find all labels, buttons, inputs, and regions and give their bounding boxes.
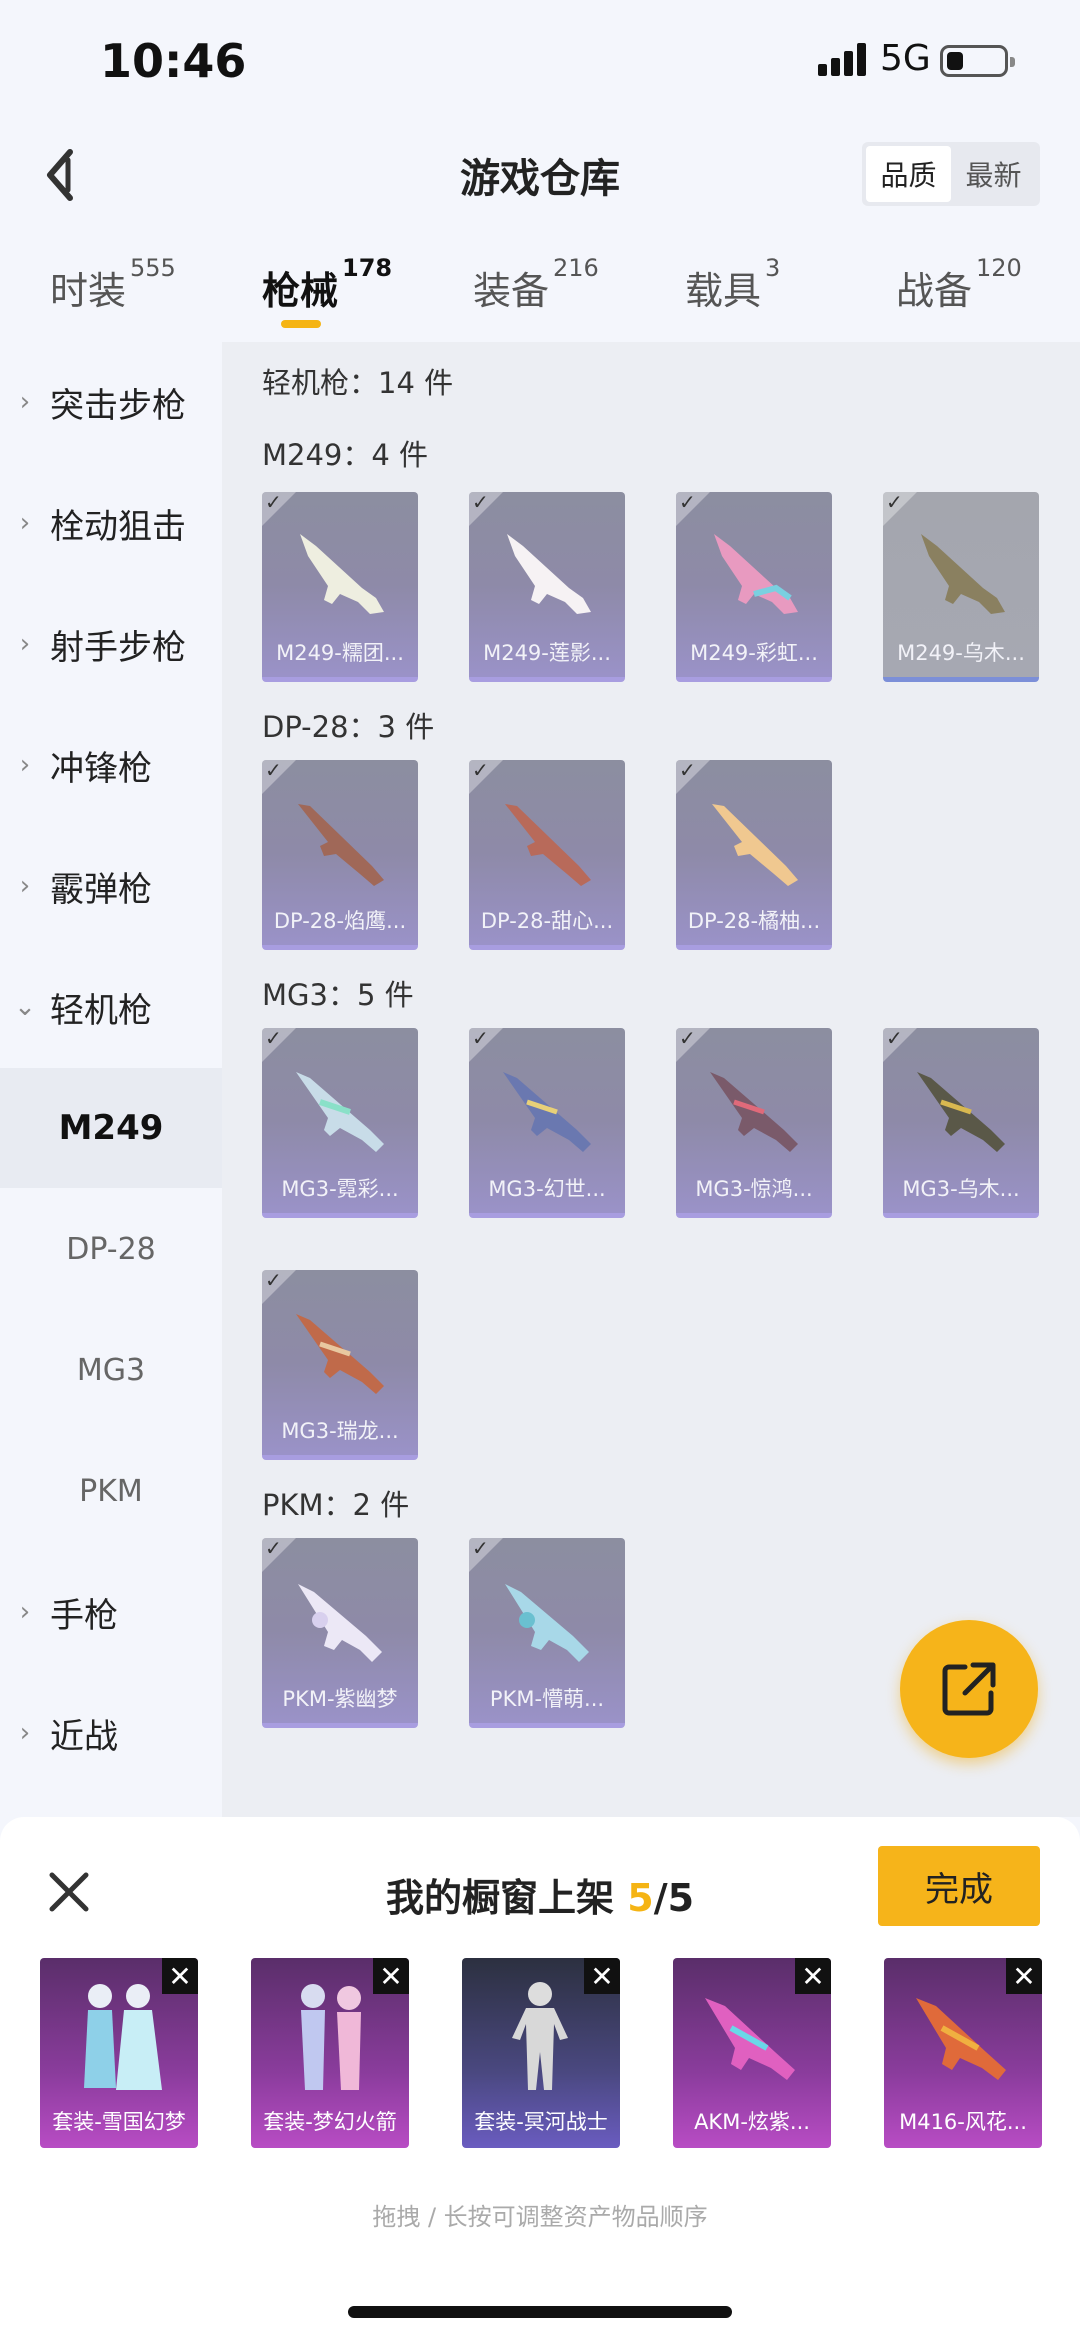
sort-newest-button[interactable]: 最新 bbox=[951, 146, 1036, 202]
gun-icon bbox=[921, 534, 1005, 614]
item-card[interactable]: PKM-懵萌... bbox=[469, 1538, 625, 1728]
gun-icon bbox=[298, 804, 384, 886]
showcase-item[interactable]: ✕ AKM-炫紫... bbox=[673, 1958, 831, 2148]
section-title: 轻机枪：14 件 bbox=[262, 366, 454, 400]
item-card[interactable]: MG3-霓彩... bbox=[262, 1028, 418, 1218]
gun-icon bbox=[916, 1998, 1006, 2080]
sidebar-item-pistol[interactable]: › 手枪 bbox=[0, 1552, 222, 1672]
tab-supplies[interactable]: 战备120 bbox=[896, 254, 1022, 315]
showcase-item[interactable]: ✕ M416-风花... bbox=[884, 1958, 1042, 2148]
sidebar-item-melee[interactable]: › 近战 bbox=[0, 1673, 222, 1793]
gun-icon bbox=[296, 1072, 384, 1152]
chevron-right-icon: › bbox=[19, 387, 31, 417]
chevron-right-icon: › bbox=[19, 1718, 31, 1748]
item-card[interactable]: M249-糯团... bbox=[262, 492, 418, 682]
sidebar-sub-mg3[interactable]: MG3 bbox=[0, 1310, 222, 1430]
sidebar-sub-pkm[interactable]: PKM bbox=[0, 1431, 222, 1551]
signal-icon bbox=[818, 42, 870, 76]
sidebar-item-bolt-sniper[interactable]: › 栓动狙击 bbox=[0, 463, 222, 583]
sidebar-item-smg[interactable]: › 冲锋枪 bbox=[0, 705, 222, 825]
battery-icon bbox=[940, 45, 1015, 77]
remove-icon[interactable]: ✕ bbox=[373, 1958, 409, 1994]
sidebar-sub-m249[interactable]: M249 bbox=[0, 1068, 222, 1188]
gun-icon bbox=[714, 534, 798, 614]
home-indicator[interactable] bbox=[348, 2306, 732, 2318]
done-button[interactable]: 完成 bbox=[878, 1846, 1040, 1926]
remove-icon[interactable]: ✕ bbox=[795, 1958, 831, 1994]
remove-icon[interactable]: ✕ bbox=[584, 1958, 620, 1994]
sidebar-item-assault-rifle[interactable]: › 突击步枪 bbox=[0, 342, 222, 462]
gun-icon bbox=[507, 534, 591, 614]
showcase-panel: 我的橱窗上架 5/5 完成 ✕ 套装-雪国幻梦 ✕ 套装-梦幻火箭 ✕ 套装-冥… bbox=[0, 1817, 1080, 2337]
gun-icon bbox=[300, 534, 384, 614]
chevron-right-icon: › bbox=[19, 750, 31, 780]
category-tabs: 时装555 枪械178 装备216 载具3 战备120 bbox=[0, 250, 1080, 340]
item-card[interactable]: DP-28-橘柚... bbox=[676, 760, 832, 950]
item-card[interactable]: DP-28-甜心... bbox=[469, 760, 625, 950]
remove-icon[interactable]: ✕ bbox=[162, 1958, 198, 1994]
group-title-pkm: PKM：2 件 bbox=[262, 1488, 410, 1522]
tab-weapons[interactable]: 枪械178 bbox=[262, 254, 392, 315]
sort-toggle: 品质 最新 bbox=[862, 142, 1040, 206]
chevron-right-icon: › bbox=[19, 1597, 31, 1627]
tab-fashion[interactable]: 时装555 bbox=[50, 254, 176, 315]
item-card[interactable]: M249-乌木... bbox=[883, 492, 1039, 682]
group-title-m249: M249：4 件 bbox=[262, 438, 429, 472]
sidebar-item-shotgun[interactable]: › 霰弹枪 bbox=[0, 826, 222, 946]
status-time: 10:46 bbox=[100, 34, 247, 88]
gun-icon bbox=[296, 1314, 384, 1394]
share-button[interactable] bbox=[900, 1620, 1038, 1758]
sort-quality-button[interactable]: 品质 bbox=[866, 146, 951, 202]
item-grid: 轻机枪：14 件 M249：4 件 M249-糯团... M249-莲影... … bbox=[222, 342, 1080, 1817]
item-card[interactable]: MG3-乌木... bbox=[883, 1028, 1039, 1218]
outfit-icon bbox=[84, 1984, 162, 2090]
tab-equipment[interactable]: 装备216 bbox=[473, 254, 599, 315]
gun-icon bbox=[298, 1584, 382, 1662]
item-card[interactable]: DP-28-焰鹰... bbox=[262, 760, 418, 950]
network-label: 5G bbox=[880, 38, 931, 79]
item-card[interactable]: MG3-瑞龙... bbox=[262, 1270, 418, 1460]
gun-icon bbox=[705, 1998, 795, 2080]
outfit-icon bbox=[512, 1982, 568, 2090]
active-tab-indicator bbox=[281, 320, 321, 328]
item-card[interactable]: M249-彩虹... bbox=[676, 492, 832, 682]
item-card[interactable]: MG3-幻世... bbox=[469, 1028, 625, 1218]
item-card[interactable]: M249-莲影... bbox=[469, 492, 625, 682]
group-title-mg3: MG3：5 件 bbox=[262, 978, 414, 1012]
gun-icon bbox=[503, 1072, 591, 1152]
item-card[interactable]: PKM-紫幽梦 bbox=[262, 1538, 418, 1728]
chevron-right-icon: › bbox=[19, 871, 31, 901]
gun-icon bbox=[917, 1072, 1005, 1152]
reorder-hint: 拖拽 / 长按可调整资产物品顺序 bbox=[372, 2203, 708, 2231]
tab-vehicles[interactable]: 载具3 bbox=[685, 254, 780, 315]
item-card[interactable]: MG3-惊鸿... bbox=[676, 1028, 832, 1218]
sidebar: › 突击步枪 › 栓动狙击 › 射手步枪 › 冲锋枪 › 霰弹枪 ⌄ 轻机枪 M249 DP… bbox=[0, 342, 222, 1817]
showcase-item[interactable]: ✕ 套装-冥河战士 bbox=[462, 1958, 620, 2148]
showcase-item[interactable]: ✕ 套装-雪国幻梦 bbox=[40, 1958, 198, 2148]
gun-icon bbox=[712, 804, 798, 886]
chevron-down-icon: ⌄ bbox=[14, 992, 36, 1022]
outfit-icon bbox=[301, 1984, 361, 2090]
gun-icon bbox=[505, 1584, 589, 1662]
sidebar-item-marksman-rifle[interactable]: › 射手步枪 bbox=[0, 584, 222, 704]
remove-icon[interactable]: ✕ bbox=[1006, 1958, 1042, 1994]
share-icon bbox=[942, 1662, 996, 1716]
status-bar: 10:46 5G bbox=[0, 0, 1080, 120]
sidebar-sub-dp28[interactable]: DP-28 bbox=[0, 1189, 222, 1309]
chevron-right-icon: › bbox=[19, 629, 31, 659]
chevron-right-icon: › bbox=[19, 508, 31, 538]
gun-icon bbox=[710, 1072, 798, 1152]
group-title-dp28: DP-28：3 件 bbox=[262, 710, 435, 744]
showcase-item[interactable]: ✕ 套装-梦幻火箭 bbox=[251, 1958, 409, 2148]
gun-icon bbox=[505, 804, 591, 886]
sidebar-item-lmg[interactable]: ⌄ 轻机枪 bbox=[0, 947, 222, 1067]
